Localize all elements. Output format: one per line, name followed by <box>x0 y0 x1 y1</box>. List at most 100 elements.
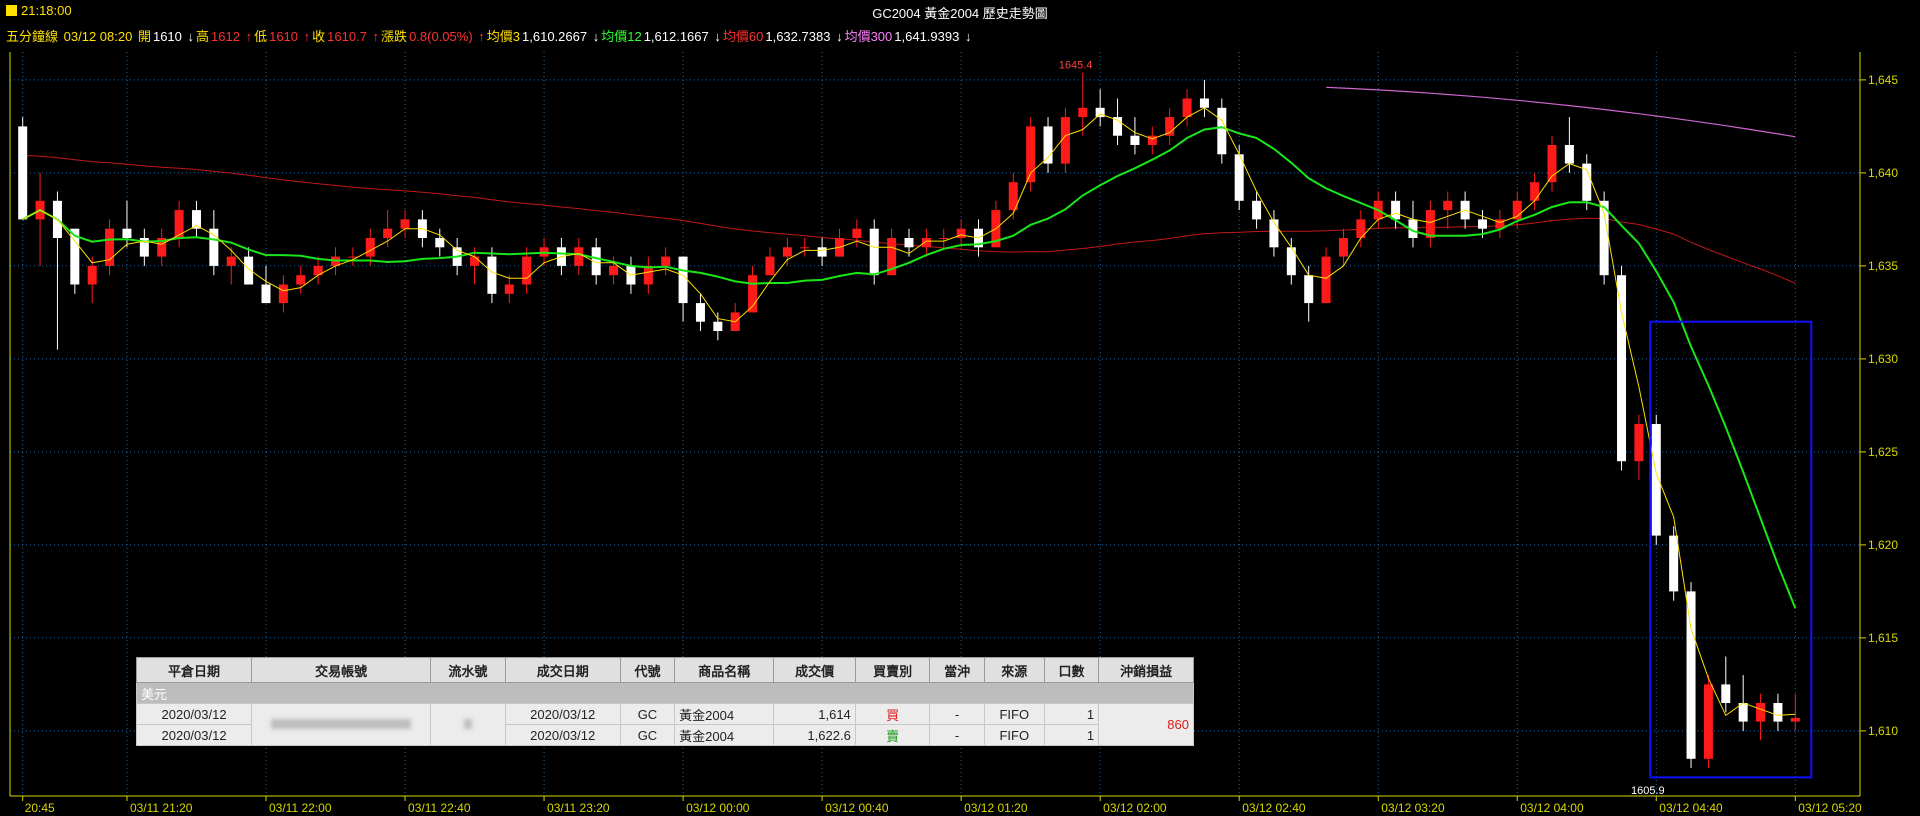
candle[interactable] <box>678 256 688 322</box>
top-bar: 21:18:00 GC2004 黃金2004 歷史走勢圖 <box>0 0 1920 26</box>
candle[interactable] <box>1130 117 1140 155</box>
candle-body <box>1564 145 1574 164</box>
candle[interactable] <box>1756 693 1766 741</box>
trade-date-cell: 2020/03/12 <box>504 724 621 746</box>
candle[interactable] <box>18 117 28 220</box>
candle[interactable] <box>1356 210 1366 248</box>
col-qty[interactable]: 口數 <box>1043 657 1100 683</box>
candle[interactable] <box>139 228 149 266</box>
candle[interactable] <box>1147 126 1157 155</box>
candle[interactable] <box>278 275 288 313</box>
col-close-date[interactable]: 平倉日期 <box>135 657 253 683</box>
ma3-line[interactable] <box>22 107 1796 717</box>
ma300-line[interactable] <box>1326 86 1796 138</box>
candle[interactable] <box>1217 98 1227 164</box>
candle[interactable] <box>713 312 723 341</box>
candle[interactable] <box>435 228 445 257</box>
candle[interactable] <box>939 228 949 248</box>
candle-body <box>1199 98 1209 108</box>
col-daytrade[interactable]: 當沖 <box>929 657 985 683</box>
candle[interactable] <box>1651 414 1661 545</box>
candle[interactable] <box>1043 117 1053 173</box>
candle[interactable] <box>800 238 810 257</box>
candle[interactable] <box>52 191 62 350</box>
candle[interactable] <box>1547 135 1557 192</box>
col-account[interactable]: 交易帳號 <box>251 657 432 683</box>
col-price[interactable]: 成交價 <box>773 657 856 683</box>
candle[interactable] <box>1095 89 1105 127</box>
candle[interactable] <box>643 256 653 294</box>
candle[interactable] <box>1495 210 1505 238</box>
candle[interactable] <box>852 219 862 248</box>
candle[interactable] <box>1773 693 1783 731</box>
candle[interactable] <box>1286 238 1296 285</box>
candle[interactable] <box>1703 675 1713 769</box>
table-row[interactable]: 2020/03/12 2020/03/12 GC 黃金2004 1,614 買 … <box>135 703 1194 746</box>
col-trade-date[interactable]: 成交日期 <box>504 657 621 683</box>
col-pnl[interactable]: 沖銷損益 <box>1098 657 1194 683</box>
candle[interactable] <box>1721 656 1731 713</box>
ma60-line[interactable] <box>22 154 1796 284</box>
candle[interactable] <box>226 247 236 285</box>
candle[interactable] <box>574 238 584 276</box>
candle[interactable] <box>157 228 167 266</box>
col-source[interactable]: 來源 <box>983 657 1045 683</box>
col-product[interactable]: 商品名稱 <box>674 657 775 683</box>
col-side[interactable]: 買賣別 <box>854 657 931 683</box>
col-code[interactable]: 代號 <box>619 657 676 683</box>
candle[interactable] <box>1425 200 1435 248</box>
candle[interactable] <box>782 238 792 266</box>
candle[interactable] <box>87 256 97 304</box>
candle-body <box>1703 684 1713 759</box>
ma12-line[interactable] <box>22 126 1797 609</box>
candle[interactable] <box>817 238 827 266</box>
candle[interactable] <box>1408 200 1418 248</box>
candle[interactable] <box>1182 89 1192 127</box>
candle[interactable] <box>1199 79 1209 118</box>
candle[interactable] <box>834 228 844 257</box>
high-value: 1612 <box>211 29 240 44</box>
candle[interactable] <box>209 210 219 276</box>
col-serial[interactable]: 流水號 <box>430 657 506 683</box>
candle[interactable] <box>1790 693 1800 731</box>
candle[interactable] <box>1165 107 1175 145</box>
candle[interactable] <box>730 303 740 331</box>
currency-row[interactable]: 美元 <box>136 682 1194 704</box>
redacted-account <box>271 719 412 729</box>
candle[interactable] <box>261 265 271 304</box>
y-tick-label: 1,610 <box>1868 724 1898 738</box>
candle[interactable] <box>487 247 497 304</box>
candle[interactable] <box>1530 172 1540 211</box>
x-tick-label: 03/12 05:20 <box>1798 801 1862 815</box>
ma12-value: 1,612.1667 <box>643 29 709 44</box>
candle[interactable] <box>348 247 358 266</box>
candle[interactable] <box>296 265 306 294</box>
candle-body <box>1078 107 1088 118</box>
candle-body <box>209 228 219 266</box>
candle[interactable] <box>1321 247 1331 304</box>
candle[interactable] <box>400 210 410 238</box>
candle[interactable] <box>661 247 671 276</box>
candle[interactable] <box>956 219 966 248</box>
candle[interactable] <box>313 256 323 285</box>
side-cell: 賣 <box>854 724 931 746</box>
x-tick-label: 03/12 03:20 <box>1381 801 1445 815</box>
candle[interactable] <box>105 219 115 276</box>
candle-body <box>1095 107 1105 118</box>
arrow-down-icon: ↓ <box>187 29 195 44</box>
candle[interactable] <box>383 210 393 248</box>
candle[interactable] <box>35 172 45 266</box>
candle[interactable] <box>765 247 775 276</box>
candle[interactable] <box>1443 191 1453 229</box>
candle[interactable] <box>191 200 201 238</box>
trade-table[interactable]: 平倉日期 交易帳號 流水號 成交日期 代號 商品名稱 成交價 買賣別 當沖 來源… <box>135 657 1194 746</box>
chart-title: GC2004 黃金2004 歷史走勢圖 <box>872 6 1048 21</box>
candle[interactable] <box>695 293 705 331</box>
candle[interactable] <box>921 228 931 257</box>
candle[interactable] <box>174 200 184 248</box>
candle[interactable] <box>504 275 514 304</box>
candle-body <box>574 247 584 266</box>
candle[interactable] <box>1113 98 1123 146</box>
candle[interactable] <box>70 228 80 294</box>
candle[interactable] <box>1634 414 1644 480</box>
